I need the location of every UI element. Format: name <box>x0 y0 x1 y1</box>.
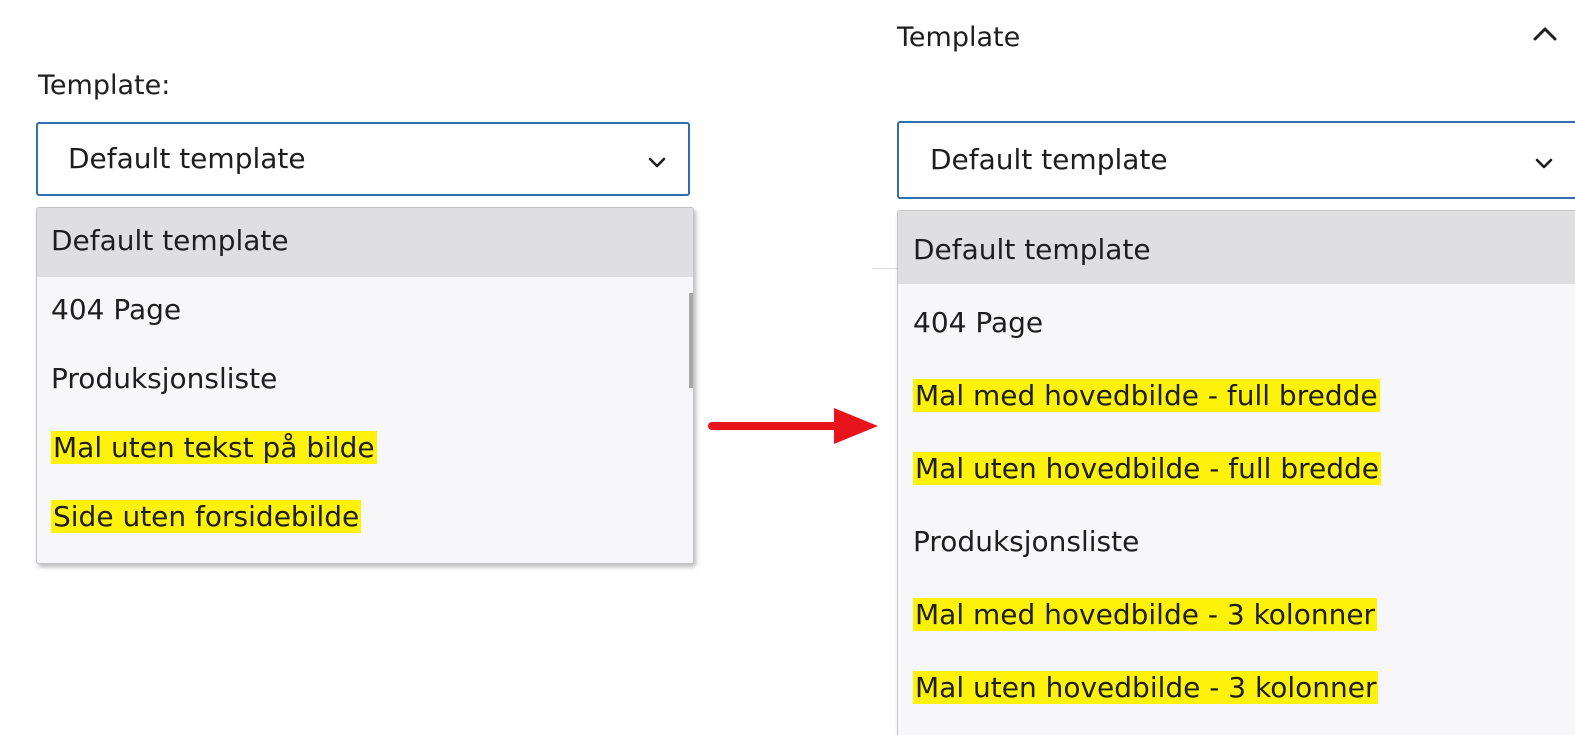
option-label: 404 Page <box>913 306 1044 339</box>
template-option[interactable]: Default template <box>37 208 693 277</box>
arrow-right-icon <box>708 404 880 448</box>
template-label: Template: <box>38 70 171 101</box>
option-label: Produksjonsliste <box>913 525 1140 558</box>
option-label: Mal uten tekst på bilde <box>51 431 377 464</box>
option-label: Mal uten hovedbilde - 3 kolonner <box>913 671 1379 704</box>
template-option[interactable]: Mal med hovedbilde - full bredde <box>898 357 1575 430</box>
option-label: Produksjonsliste <box>51 362 278 395</box>
template-panel-title: Template <box>897 22 1021 53</box>
template-option[interactable]: Mal uten hovedbilde - full bredde <box>898 430 1575 503</box>
option-label: Default template <box>51 224 289 257</box>
chevron-down-icon <box>1535 155 1553 174</box>
template-options-list: Default template 404 Page Mal med hovedb… <box>897 210 1575 735</box>
scrollbar-thumb[interactable] <box>689 293 693 388</box>
template-option[interactable]: Side uten forsidebilde <box>37 484 693 553</box>
option-label: Mal uten hovedbilde - full bredde <box>913 452 1382 485</box>
chevron-down-icon <box>648 154 666 173</box>
chevron-up-icon[interactable] <box>1532 26 1558 46</box>
template-option[interactable]: Produksjonsliste <box>37 346 693 415</box>
template-select[interactable]: Default template <box>36 122 690 196</box>
template-option[interactable]: Mal uten hovedbilde - 3 kolonner <box>898 649 1575 722</box>
template-option[interactable]: Produksjonsliste <box>898 503 1575 576</box>
option-label: Side uten forsidebilde <box>51 500 362 533</box>
template-option[interactable]: Default template <box>898 211 1575 284</box>
option-label: Default template <box>913 233 1151 266</box>
option-label: Mal med hovedbilde - full bredde <box>913 379 1380 412</box>
template-option[interactable]: 404 Page <box>898 284 1575 357</box>
template-options-list: Default template 404 Page Produksjonslis… <box>36 207 694 564</box>
option-label: Mal med hovedbilde - 3 kolonner <box>913 598 1378 631</box>
template-option[interactable]: Mal uten tekst på bilde <box>37 415 693 484</box>
template-option[interactable]: Mal med hovedbilde - 3 kolonner <box>898 576 1575 649</box>
template-option[interactable]: 404 Page <box>37 277 693 346</box>
template-select-value: Default template <box>68 142 306 175</box>
option-label: 404 Page <box>51 293 182 326</box>
template-select-value: Default template <box>930 143 1168 176</box>
template-select[interactable]: Default template <box>897 121 1575 199</box>
